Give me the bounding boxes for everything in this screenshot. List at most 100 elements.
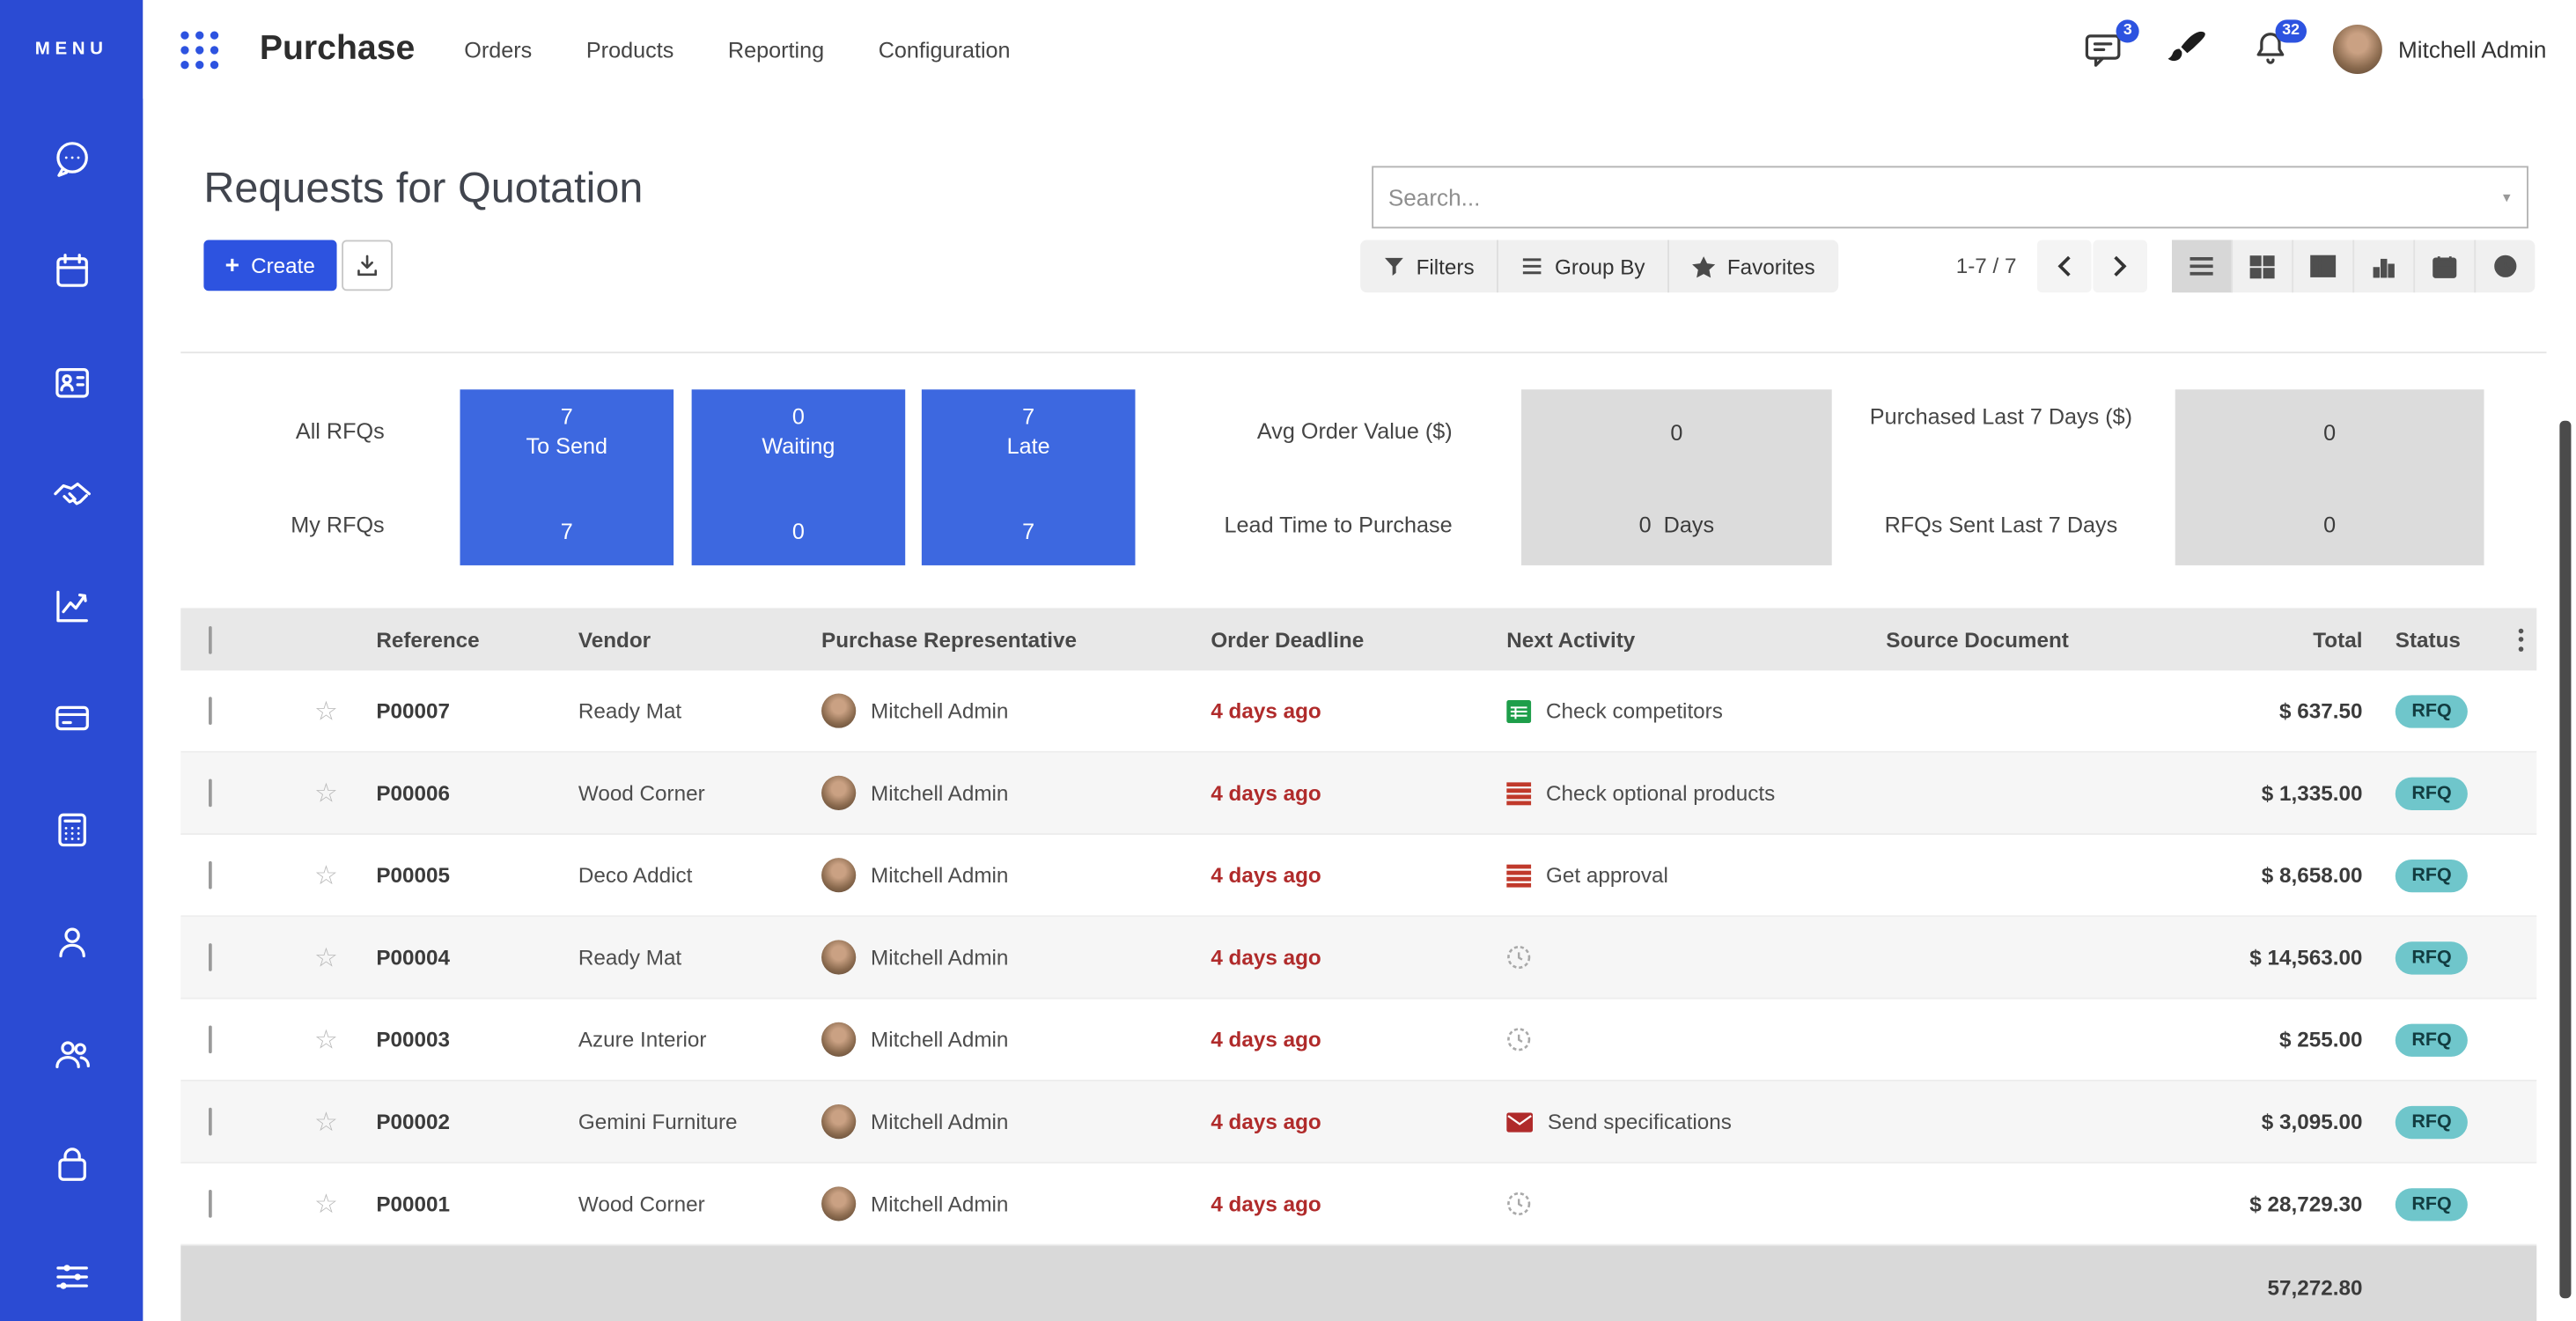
header-source-document[interactable]: Source Document [1886, 627, 2116, 652]
filters-button[interactable]: Filters [1360, 240, 1498, 292]
user-icon[interactable] [50, 920, 93, 963]
vendor-cell[interactable]: Wood Corner [578, 1192, 821, 1216]
representative-cell[interactable]: Mitchell Admin [821, 1186, 1211, 1221]
header-vendor[interactable]: Vendor [578, 627, 821, 652]
deadline-cell[interactable]: 4 days ago [1211, 863, 1506, 888]
representative-cell[interactable]: Mitchell Admin [821, 858, 1211, 892]
view-calendar-button[interactable] [2415, 240, 2476, 292]
star-icon[interactable]: ☆ [314, 859, 338, 891]
purchased-last-7-days-label[interactable]: Purchased Last 7 Days ($) [1866, 401, 2136, 432]
vertical-scrollbar[interactable] [2559, 421, 2571, 1298]
reference-cell[interactable]: P00004 [376, 945, 578, 970]
total-cell[interactable]: $ 637.50 [2116, 698, 2363, 723]
status-cell[interactable]: RFQ [2362, 777, 2518, 809]
view-activity-button[interactable] [2476, 240, 2535, 292]
contacts-icon[interactable] [50, 362, 93, 405]
optional-columns-icon[interactable] [2519, 624, 2524, 654]
header-reference[interactable]: Reference [376, 627, 578, 652]
handshake-icon[interactable] [50, 473, 93, 516]
deadline-cell[interactable]: 4 days ago [1211, 1192, 1506, 1216]
reference-cell[interactable]: P00002 [376, 1110, 578, 1134]
create-button[interactable]: + Create [203, 240, 336, 291]
reference-cell[interactable]: P00005 [376, 863, 578, 888]
select-all-checkbox[interactable] [209, 625, 212, 653]
view-pivot-button[interactable] [2293, 240, 2354, 292]
reference-cell[interactable]: P00001 [376, 1192, 578, 1216]
status-cell[interactable]: RFQ [2362, 1187, 2518, 1220]
table-row[interactable]: ☆ P00004 Ready Mat Mitchell Admin 4 days… [180, 917, 2536, 999]
tile-to-send[interactable]: 7 To Send 7 [460, 389, 674, 565]
row-checkbox[interactable] [209, 1025, 212, 1053]
my-rfqs-label[interactable]: My RFQs [180, 513, 384, 537]
status-cell[interactable]: RFQ [2362, 859, 2518, 891]
status-cell[interactable]: RFQ [2362, 1105, 2518, 1138]
lead-time-label[interactable]: Lead Time to Purchase [1123, 513, 1452, 537]
row-checkbox[interactable] [209, 1190, 212, 1218]
vendor-cell[interactable]: Gemini Furniture [578, 1110, 821, 1134]
chart-icon[interactable] [50, 585, 93, 628]
representative-cell[interactable]: Mitchell Admin [821, 776, 1211, 810]
activity-cell[interactable] [1506, 1027, 1886, 1052]
total-cell[interactable]: $ 14,563.00 [2116, 945, 2363, 970]
deadline-cell[interactable]: 4 days ago [1211, 1110, 1506, 1134]
deadline-cell[interactable]: 4 days ago [1211, 945, 1506, 970]
reference-cell[interactable]: P00003 [376, 1027, 578, 1052]
table-row[interactable]: ☆ P00002 Gemini Furniture Mitchell Admin… [180, 1081, 2536, 1163]
favorites-button[interactable]: Favorites [1670, 240, 1838, 292]
star-icon[interactable]: ☆ [314, 1105, 338, 1138]
reference-cell[interactable]: P00006 [376, 780, 578, 805]
chat-icon[interactable] [50, 138, 93, 181]
header-total[interactable]: Total [2116, 627, 2363, 652]
tile-waiting[interactable]: 0 Waiting 0 [692, 389, 906, 565]
total-cell[interactable]: $ 3,095.00 [2116, 1110, 2363, 1134]
stats-tile-b[interactable]: 0 0 [2175, 389, 2484, 565]
header-order-deadline[interactable]: Order Deadline [1211, 627, 1506, 652]
deadline-cell[interactable]: 4 days ago [1211, 698, 1506, 723]
pager-prev-button[interactable] [2037, 240, 2092, 292]
pager-label[interactable]: 1-7 / 7 [1917, 240, 2056, 292]
all-rfqs-label[interactable]: All RFQs [180, 419, 384, 444]
representative-cell[interactable]: Mitchell Admin [821, 940, 1211, 974]
vendor-cell[interactable]: Azure Interior [578, 1027, 821, 1052]
deadline-cell[interactable]: 4 days ago [1211, 1027, 1506, 1052]
calculator-icon[interactable] [50, 808, 93, 852]
header-next-activity[interactable]: Next Activity [1506, 627, 1886, 652]
table-row[interactable]: ☆ P00005 Deco Addict Mitchell Admin 4 da… [180, 835, 2536, 917]
vendor-cell[interactable]: Deco Addict [578, 863, 821, 888]
total-cell[interactable]: $ 255.00 [2116, 1027, 2363, 1052]
activity-cell[interactable]: Check optional products [1506, 780, 1886, 805]
activity-cell[interactable]: Send specifications [1506, 1110, 1886, 1134]
calendar-icon[interactable] [50, 250, 93, 293]
star-icon[interactable]: ☆ [314, 1023, 338, 1056]
row-checkbox[interactable] [209, 943, 212, 971]
vendor-cell[interactable]: Wood Corner [578, 780, 821, 805]
table-row[interactable]: ☆ P00006 Wood Corner Mitchell Admin 4 da… [180, 753, 2536, 835]
status-cell[interactable]: RFQ [2362, 941, 2518, 973]
status-cell[interactable]: RFQ [2362, 694, 2518, 727]
total-cell[interactable]: $ 28,729.30 [2116, 1192, 2363, 1216]
activity-cell[interactable] [1506, 945, 1886, 970]
vendor-cell[interactable]: Ready Mat [578, 698, 821, 723]
representative-cell[interactable]: Mitchell Admin [821, 1104, 1211, 1139]
avg-order-value-label[interactable]: Avg Order Value ($) [1123, 419, 1452, 444]
activity-cell[interactable]: Get approval [1506, 863, 1886, 888]
stats-tile-a[interactable]: 0 0 Days [1521, 389, 1832, 565]
view-kanban-button[interactable] [2233, 240, 2293, 292]
total-cell[interactable]: $ 8,658.00 [2116, 863, 2363, 888]
header-purchase-representative[interactable]: Purchase Representative [821, 627, 1211, 652]
star-icon[interactable]: ☆ [314, 1187, 338, 1220]
sliders-icon[interactable] [50, 1256, 93, 1299]
deadline-cell[interactable]: 4 days ago [1211, 780, 1506, 805]
star-icon[interactable]: ☆ [314, 777, 338, 809]
tile-late[interactable]: 7 Late 7 [922, 389, 1136, 565]
export-button[interactable] [342, 240, 393, 291]
table-row[interactable]: ☆ P00007 Ready Mat Mitchell Admin 4 days… [180, 670, 2536, 752]
row-checkbox[interactable] [209, 1108, 212, 1136]
activity-cell[interactable]: Check competitors [1506, 698, 1886, 723]
search-input[interactable] [1373, 182, 2503, 212]
star-icon[interactable]: ☆ [314, 694, 338, 727]
group-by-button[interactable]: Group By [1499, 240, 1670, 292]
search-caret-icon[interactable]: ▾ [2503, 188, 2527, 207]
representative-cell[interactable]: Mitchell Admin [821, 1022, 1211, 1057]
vendor-cell[interactable]: Ready Mat [578, 945, 821, 970]
